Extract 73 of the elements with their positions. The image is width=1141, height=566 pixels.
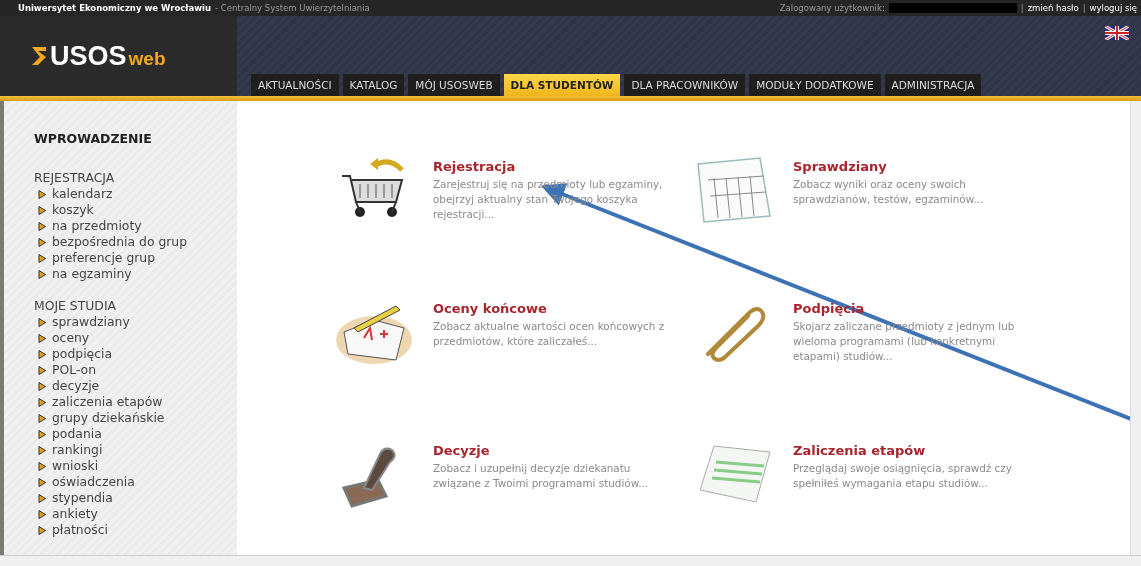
card-description: Zobacz i uzupełnij decyzje dziekanatu związane z Twoimi programami studiów... — [433, 461, 650, 491]
card-description: Przeglądaj swoje osiągnięcia, sprawdź czy spełniłeś wymagania etapu studiów... — [793, 461, 1013, 491]
bullet-icon — [38, 413, 46, 423]
link-separator: | — [1082, 3, 1086, 13]
sidebar-link[interactable]: POL-on — [34, 362, 97, 378]
sidebar-section-title[interactable]: REJESTRACJA — [34, 170, 237, 186]
bullet-icon — [38, 205, 46, 215]
sidebar-link[interactable]: rankingi — [34, 442, 103, 458]
bullet-icon — [38, 493, 46, 503]
sidebar-link[interactable]: płatności — [34, 522, 108, 538]
nav-tab[interactable]: DLA STUDENTÓW — [503, 74, 621, 96]
sidebar-link[interactable]: podpięcia — [34, 346, 113, 362]
nav-tab[interactable]: MÓJ USOSWEB — [408, 74, 500, 96]
nav-tab[interactable]: KATALOG — [342, 74, 405, 96]
sidebar-link[interactable]: podania — [34, 426, 102, 442]
card-title-link[interactable]: Rejestracja — [433, 159, 516, 174]
sidebar-link[interactable]: bezpośrednia do grup — [34, 234, 188, 250]
header-link[interactable]: zmień hasło — [1027, 3, 1079, 13]
sidebar-link[interactable]: grupy dziekańskie — [34, 410, 165, 426]
nav-tab[interactable]: MODUŁY DODATKOWE — [749, 74, 881, 96]
logged-in-label: Zalogowany użytkownik: — [779, 3, 885, 13]
bullet-icon — [38, 317, 46, 327]
bullet-icon — [38, 509, 46, 519]
nav-tab[interactable]: DLA PRACOWNIKÓW — [624, 74, 746, 96]
logo-text: USOS — [50, 40, 127, 72]
bullet-icon — [38, 221, 46, 231]
sidebar-link[interactable]: koszyk — [34, 202, 94, 218]
bullet-icon — [38, 269, 46, 279]
link-separator: | — [1020, 3, 1024, 13]
bullet-icon — [38, 461, 46, 471]
sidebar-link[interactable]: oceny — [34, 330, 90, 346]
sidebar-link[interactable]: na egzaminy — [34, 266, 132, 282]
logo-icon — [30, 45, 48, 67]
card-title-link[interactable]: Decyzje — [433, 443, 490, 458]
bullet-icon — [38, 397, 46, 407]
sidebar-link[interactable]: oświadczenia — [34, 474, 135, 490]
bullet-icon — [38, 429, 46, 439]
sidebar-link[interactable]: na przedmioty — [34, 218, 142, 234]
sidebar-heading[interactable]: WPROWADZENIE — [34, 131, 237, 146]
bullet-icon — [38, 253, 46, 263]
vertical-scrollbar[interactable] — [1130, 101, 1141, 555]
bullet-icon — [38, 525, 46, 535]
results-sheet-icon — [694, 156, 774, 226]
nav-tab[interactable]: AKTUALNOŚCI — [251, 74, 339, 96]
nav-tab[interactable]: ADMINISTRACJA — [884, 74, 982, 96]
system-subtitle: - Centralny System Uwierzytelniania — [215, 3, 370, 13]
sidebar-link[interactable]: kalendarz — [34, 186, 113, 202]
bullet-icon — [38, 477, 46, 487]
sidebar-link[interactable]: zaliczenia etapów — [34, 394, 163, 410]
sidebar-link[interactable]: stypendia — [34, 490, 113, 506]
sidebar-link[interactable]: wnioski — [34, 458, 99, 474]
flag-icon[interactable] — [1105, 26, 1129, 40]
card-title-link[interactable]: Zaliczenia etapów — [793, 443, 926, 458]
sidebar-link[interactable]: preferencje grup — [34, 250, 156, 266]
horizontal-scrollbar[interactable] — [0, 555, 1141, 566]
card-description: Zobacz wyniki oraz oceny swoich sprawdzianów, testów, egzaminów... — [793, 177, 985, 207]
card-title-link[interactable]: Sprawdziany — [793, 159, 887, 174]
sidebar-link[interactable]: sprawdziany — [34, 314, 130, 330]
bullet-icon — [38, 365, 46, 375]
card-description: Zobacz aktualne wartości ocen końcowych z przedmiotów, które zaliczałeś... — [433, 319, 665, 349]
bullet-icon — [38, 445, 46, 455]
bullet-icon — [38, 333, 46, 343]
sidebar-link[interactable]: ankiety — [34, 506, 98, 522]
sidebar-section-title[interactable]: MOJE STUDIA — [34, 298, 237, 314]
bullet-icon — [38, 237, 46, 247]
institution-name: Uniwersytet Ekonomiczny we Wrocławiu — [18, 3, 211, 13]
bullet-icon — [38, 189, 46, 199]
logo-suffix: web — [128, 48, 166, 70]
header-link[interactable]: wyloguj się — [1089, 3, 1137, 13]
card-title-link[interactable]: Oceny końcowe — [433, 301, 547, 316]
sidebar-link[interactable]: decyzje — [34, 378, 100, 394]
bullet-icon — [38, 381, 46, 391]
bullet-icon — [38, 349, 46, 359]
